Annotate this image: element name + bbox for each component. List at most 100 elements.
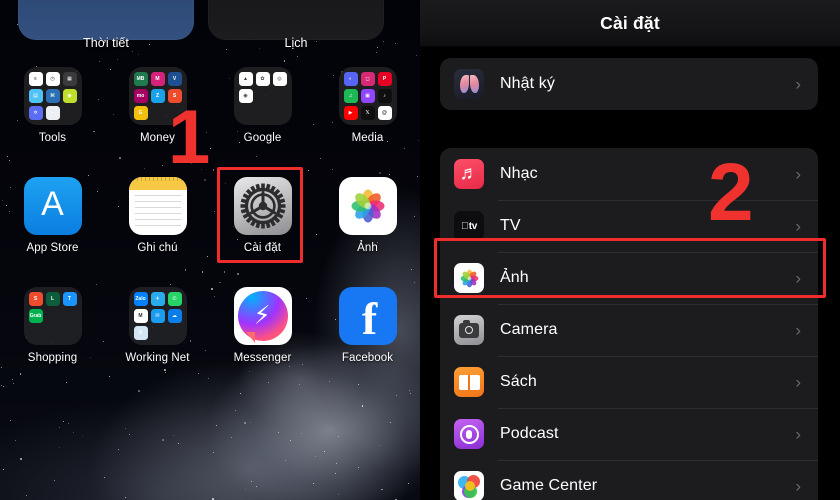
gamecenter-icon bbox=[454, 471, 484, 500]
settings-nav-bar: Cài đặt bbox=[420, 0, 840, 46]
row-divider bbox=[498, 252, 818, 253]
app-cell[interactable]: S L T Grab Shopping bbox=[0, 282, 105, 392]
app-label: Shopping bbox=[27, 352, 78, 364]
chevron-right-icon: › bbox=[795, 216, 801, 236]
folder-mini-lazada: L bbox=[45, 292, 60, 306]
row-divider bbox=[498, 356, 818, 357]
folder-mini-mbbank: MB bbox=[133, 72, 148, 86]
app-label: Google bbox=[243, 132, 282, 144]
settings-row-camera[interactable]: Camera › bbox=[440, 304, 818, 356]
settings-row-tv[interactable]: tv TV › bbox=[440, 200, 818, 252]
folder-mini-clock: ◷ bbox=[45, 72, 60, 86]
appstore-icon[interactable]: A bbox=[23, 177, 82, 235]
page-title: Cài đặt bbox=[600, 12, 660, 33]
folder-mini-whatsapp: ✆ bbox=[167, 292, 182, 306]
row-divider bbox=[498, 304, 818, 305]
app-label: Facebook bbox=[341, 352, 394, 364]
app-cell[interactable]: ◐ ◻ P ♫ ▣ ♪ ▶ 𝕏 @ Media bbox=[315, 62, 420, 172]
settings-row-ảnh[interactable]: Ảnh › bbox=[440, 252, 818, 304]
app-cell[interactable]: Ảnh bbox=[315, 172, 420, 282]
chevron-right-icon: › bbox=[795, 164, 801, 184]
settings-row-label: Nhạc bbox=[500, 165, 538, 182]
settings-row-sách[interactable]: Sách › bbox=[440, 356, 818, 408]
folder-mini-grab: Grab bbox=[28, 309, 43, 323]
notes-icon[interactable] bbox=[128, 177, 187, 235]
music-icon: ♬ bbox=[454, 159, 484, 189]
folder-mini-gmail: M bbox=[133, 309, 148, 323]
app-row: S L T Grab Shopping Zalo ✈ ✆ M ✉ ☁ ❂ Working Net ⚡ Mes… bbox=[0, 282, 420, 392]
folder-mini-tiki: T bbox=[62, 292, 77, 306]
app-label: Working Net bbox=[125, 352, 190, 364]
folder-mini-zalopay: Z bbox=[150, 89, 165, 103]
folder-mini-photos: ✿ bbox=[255, 72, 270, 86]
camera-icon bbox=[454, 315, 484, 345]
folder-mini-grab-yellow: G bbox=[133, 106, 148, 120]
chevron-right-icon: › bbox=[795, 320, 801, 340]
app-cell[interactable]: ▲ ✿ ◎ ◉ Google bbox=[210, 62, 315, 172]
chevron-right-icon: › bbox=[795, 424, 801, 444]
app-label: Tools bbox=[38, 132, 67, 144]
folder-mini-tiktok: ♪ bbox=[377, 89, 392, 103]
folder-mini-compass: ➢ bbox=[45, 106, 60, 120]
folder-icon-media[interactable]: ◐ ◻ P ♫ ▣ ♪ ▶ 𝕏 @ bbox=[338, 67, 397, 125]
settings-gear-icon[interactable] bbox=[233, 177, 292, 235]
folder-mini-mail: ✉ bbox=[150, 309, 165, 323]
app-label: Cài đặt bbox=[243, 242, 282, 254]
folder-mini-telegram: ✈ bbox=[150, 292, 165, 306]
folder-icon-shopping[interactable]: S L T Grab bbox=[23, 287, 82, 345]
settings-row-label: Game Center bbox=[500, 477, 598, 494]
chevron-right-icon: › bbox=[795, 476, 801, 496]
folder-icon-google[interactable]: ▲ ✿ ◎ ◉ bbox=[233, 67, 292, 125]
folder-icon-tools[interactable]: ≡ ◷ ▦ ▤ ⌘ ◉ ✲ ➢ bbox=[23, 67, 82, 125]
settings-screen: Cài đặt Nhật ký›♬Nhạc›tvTV›Ảnh›Camera›S… bbox=[420, 0, 840, 500]
calendar-widget[interactable] bbox=[208, 0, 384, 40]
folder-mini-maps: ◉ bbox=[238, 89, 253, 103]
facebook-icon[interactable]: f bbox=[338, 287, 397, 345]
group-apps: ♬Nhạc›tvTV›Ảnh›Camera›Sách›Podcast›Game… bbox=[440, 148, 818, 500]
folder-mini-threads: @ bbox=[377, 106, 392, 120]
screenshot-root: C:35° T:27° Thời tiết Lịch ≡◷▦▤⌘◉✲➢Tools… bbox=[0, 0, 840, 500]
folder-mini-spotify: ♫ bbox=[343, 89, 358, 103]
weather-widget[interactable]: C:35° T:27° bbox=[18, 0, 194, 40]
app-cell[interactable]: Zalo ✈ ✆ M ✉ ☁ ❂ Working Net bbox=[105, 282, 210, 392]
folder-mini-settings-2: ✲ bbox=[28, 106, 43, 120]
app-cell[interactable]: Cài đặt bbox=[210, 172, 315, 282]
app-cell[interactable]: A App Store bbox=[0, 172, 105, 282]
widget-row: C:35° T:27° Thời tiết Lịch bbox=[0, 0, 420, 60]
app-label: Ảnh bbox=[357, 242, 378, 254]
messenger-icon[interactable]: ⚡ bbox=[233, 287, 292, 345]
books-icon bbox=[454, 367, 484, 397]
settings-row-nhật-ký[interactable]: Nhật ký › bbox=[440, 58, 818, 110]
settings-row-label: Podcast bbox=[500, 425, 559, 442]
app-label: App Store bbox=[26, 242, 79, 254]
folder-mini-instagram: ◻ bbox=[360, 72, 375, 86]
chevron-right-icon: › bbox=[795, 268, 801, 288]
app-row: A App Store Ghi chú Cài đặt Ảnh bbox=[0, 172, 420, 282]
photos-icon[interactable] bbox=[338, 177, 397, 235]
app-label: Messenger bbox=[233, 352, 292, 364]
folder-mini-twitch: ▣ bbox=[360, 89, 375, 103]
settings-row-game-center[interactable]: Game Center › bbox=[440, 460, 818, 500]
folder-mini-maps-pin: ◉ bbox=[62, 89, 77, 103]
chevron-right-icon: › bbox=[795, 372, 801, 392]
podcast-icon bbox=[454, 419, 484, 449]
folder-mini-discord: ◐ bbox=[343, 72, 358, 86]
folder-mini-onedrive: ☁ bbox=[167, 309, 182, 323]
folder-mini-shopee: S bbox=[28, 292, 43, 306]
folder-mini-momo-pink: M bbox=[150, 72, 165, 86]
app-label: Media bbox=[351, 132, 384, 144]
app-cell[interactable]: ⚡ Messenger bbox=[210, 282, 315, 392]
settings-row-label: Sách bbox=[500, 373, 537, 390]
app-cell[interactable]: ≡ ◷ ▦ ▤ ⌘ ◉ ✲ ➢ Tools bbox=[0, 62, 105, 172]
row-divider bbox=[498, 200, 818, 201]
folder-mini-momo: mo bbox=[133, 89, 148, 103]
step-number-2: 2 bbox=[708, 147, 754, 238]
folder-mini-vcb: V bbox=[167, 72, 182, 86]
folder-mini-shortcuts: ⌘ bbox=[45, 89, 60, 103]
settings-row-podcast[interactable]: Podcast › bbox=[440, 408, 818, 460]
app-cell[interactable]: Ghi chú bbox=[105, 172, 210, 282]
app-cell[interactable]: f Facebook bbox=[315, 282, 420, 392]
settings-row-nhạc[interactable]: ♬ Nhạc › bbox=[440, 148, 818, 200]
folder-icon-working-net[interactable]: Zalo ✈ ✆ M ✉ ☁ ❂ bbox=[128, 287, 187, 345]
journal-icon bbox=[454, 69, 484, 99]
